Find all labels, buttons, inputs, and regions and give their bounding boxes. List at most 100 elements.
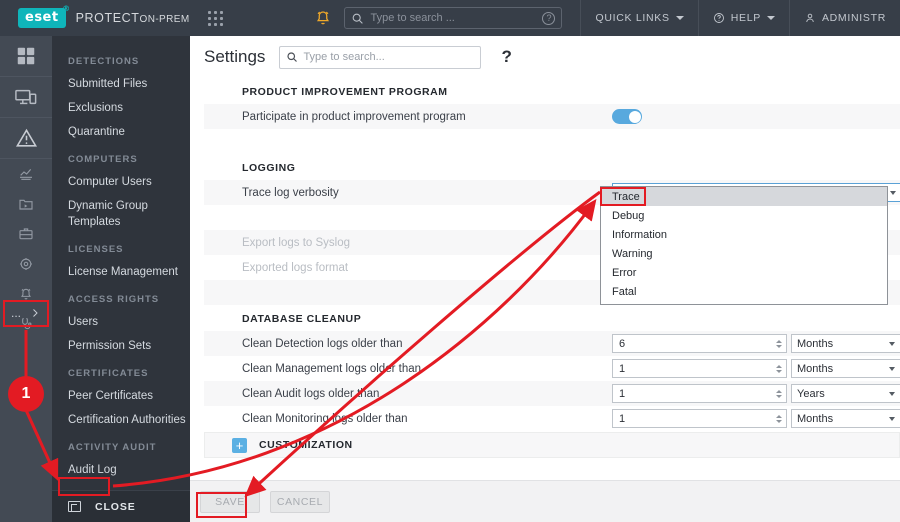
- rail-item-policies[interactable]: [0, 249, 52, 279]
- settings-header: Settings Type to search... ?: [190, 36, 900, 78]
- number-spinner-icon[interactable]: [776, 389, 782, 398]
- tasks-icon: [19, 199, 33, 210]
- sidebar-close-label: CLOSE: [95, 500, 136, 513]
- row-label: Clean Detection logs older than: [242, 337, 403, 350]
- sidebar-item-audit-log[interactable]: Audit Log: [52, 458, 190, 482]
- clean-detection-logs-unit-select[interactable]: Months: [791, 334, 900, 353]
- row-label: Clean Audit logs older than: [242, 387, 380, 400]
- row-label: Trace log verbosity: [242, 186, 339, 199]
- sidebar-item-permission-sets[interactable]: Permission Sets: [52, 334, 190, 358]
- sidebar-item-peer-certificates[interactable]: Peer Certificates: [52, 384, 190, 408]
- computers-icon: [15, 89, 37, 105]
- chevron-down-icon: [889, 391, 895, 396]
- row-label: Export logs to Syslog: [242, 236, 351, 249]
- chevron-down-icon: [889, 416, 895, 421]
- clean-management-logs-unit-select[interactable]: Months: [791, 359, 900, 378]
- product-label: PROTECT: [75, 11, 140, 25]
- global-search-input[interactable]: Type to search ... ?: [344, 7, 563, 29]
- annotation-step-badge-1: 1: [8, 376, 44, 412]
- clean-monitoring-logs-unit-select[interactable]: Months: [791, 409, 900, 428]
- dropdown-option-error[interactable]: Error: [601, 263, 887, 282]
- row-control: 1 Months: [612, 409, 900, 428]
- row-clean-monitoring-logs: Clean Monitoring logs older than 1 Month…: [204, 406, 900, 431]
- chevron-down-icon: [766, 16, 775, 20]
- sidebar-group-detections: DETECTIONS: [68, 56, 140, 67]
- dropdown-option-debug[interactable]: Debug: [601, 206, 887, 225]
- help-circle-icon[interactable]: ?: [542, 11, 556, 25]
- customization-section-header[interactable]: + CUSTOMIZATION: [204, 432, 900, 458]
- settings-search-placeholder: Type to search...: [303, 51, 385, 63]
- eset-logo-text: eset: [25, 10, 59, 25]
- trace-log-verbosity-dropdown[interactable]: Trace Debug Information Warning Error Fa…: [600, 186, 888, 305]
- sidebar-group-certificates: CERTIFICATES: [68, 368, 149, 379]
- sidebar-item-computer-users[interactable]: Computer Users: [52, 170, 190, 194]
- help-label: HELP: [730, 12, 761, 24]
- user-account-menu[interactable]: ADMINISTR: [788, 0, 900, 36]
- collapse-panel-icon: [68, 501, 81, 512]
- clean-management-logs-unit: Months: [797, 362, 834, 375]
- row-clean-audit-logs: Clean Audit logs older than 1 Years: [204, 381, 900, 406]
- rail-item-reports[interactable]: [0, 159, 52, 189]
- help-menu[interactable]: HELP: [697, 0, 789, 36]
- clean-detection-logs-input[interactable]: 6: [612, 334, 787, 353]
- reports-icon: [20, 168, 32, 180]
- section-title-product-improvement: PRODUCT IMPROVEMENT PROGRAM: [242, 86, 448, 98]
- page-title: Settings: [204, 47, 266, 66]
- eset-logo[interactable]: eset ®: [18, 4, 70, 28]
- settings-help-button[interactable]: ?: [501, 47, 511, 67]
- section-title-database-cleanup: DATABASE CLEANUP: [242, 313, 362, 325]
- user-icon: [806, 13, 814, 23]
- number-spinner-icon[interactable]: [776, 364, 782, 373]
- row-label: Clean Monitoring logs older than: [242, 412, 408, 425]
- clean-audit-logs-unit-select[interactable]: Years: [791, 384, 900, 403]
- clean-monitoring-logs-value: 1: [619, 412, 626, 425]
- clean-management-logs-value: 1: [619, 362, 626, 375]
- participate-program-toggle[interactable]: [612, 109, 642, 124]
- sidebar-item-quarantine[interactable]: Quarantine: [52, 120, 190, 144]
- rail-item-detections[interactable]: [0, 118, 52, 159]
- policies-icon: [20, 258, 32, 270]
- dropdown-option-trace[interactable]: Trace: [601, 187, 887, 206]
- clean-audit-logs-unit: Years: [797, 387, 825, 400]
- row-participate-program: Participate in product improvement progr…: [204, 104, 900, 129]
- clean-monitoring-logs-unit: Months: [797, 412, 834, 425]
- product-suffix-label: ON-PREM: [139, 14, 190, 25]
- sidebar-close-button[interactable]: CLOSE: [52, 490, 190, 522]
- settings-footer: SAVE CANCEL: [190, 480, 900, 522]
- rail-item-installers[interactable]: [0, 219, 52, 249]
- sidebar-item-license-management[interactable]: License Management: [52, 260, 190, 284]
- number-spinner-icon[interactable]: [776, 339, 782, 348]
- row-label: Exported logs format: [242, 261, 349, 274]
- clean-monitoring-logs-input[interactable]: 1: [612, 409, 787, 428]
- clean-detection-logs-value: 6: [619, 337, 626, 350]
- sidebar-item-exclusions[interactable]: Exclusions: [52, 96, 190, 120]
- notification-bell-icon[interactable]: [314, 9, 332, 27]
- clean-detection-logs-unit: Months: [797, 337, 834, 350]
- rail-item-tasks[interactable]: [0, 189, 52, 219]
- top-header: eset ® PROTECTON-PREM Type to search ... …: [0, 0, 900, 36]
- rail-item-more[interactable]: ...: [3, 299, 49, 327]
- customization-label: CUSTOMIZATION: [259, 439, 353, 451]
- dropdown-option-warning[interactable]: Warning: [601, 244, 887, 263]
- search-icon: [353, 13, 364, 24]
- settings-search-input[interactable]: Type to search...: [279, 45, 482, 69]
- cancel-button[interactable]: CANCEL: [270, 490, 330, 513]
- sidebar-item-dynamic-group-templates[interactable]: Dynamic Group Templates: [52, 194, 190, 234]
- sidebar-item-certification-authorities[interactable]: Certification Authorities: [52, 408, 190, 432]
- sidebar-item-users[interactable]: Users: [52, 310, 190, 334]
- dropdown-option-fatal[interactable]: Fatal: [601, 282, 887, 301]
- rail-item-computers[interactable]: [0, 77, 52, 118]
- save-button[interactable]: SAVE: [200, 490, 260, 513]
- apps-grid-icon[interactable]: [207, 11, 226, 26]
- rail-item-dashboard[interactable]: [0, 36, 52, 77]
- clean-audit-logs-input[interactable]: 1: [612, 384, 787, 403]
- sidebar-nav: DETECTIONS Submitted Files Exclusions Qu…: [52, 36, 190, 522]
- section-title-logging: LOGGING: [242, 162, 296, 174]
- dropdown-option-information[interactable]: Information: [601, 225, 887, 244]
- row-label: Clean Management logs older than: [242, 362, 422, 375]
- clean-management-logs-input[interactable]: 1: [612, 359, 787, 378]
- sidebar-item-submitted-files[interactable]: Submitted Files: [52, 72, 190, 96]
- number-spinner-icon[interactable]: [776, 414, 782, 423]
- quick-links-menu[interactable]: QUICK LINKS: [580, 0, 697, 36]
- plus-icon[interactable]: +: [232, 437, 247, 453]
